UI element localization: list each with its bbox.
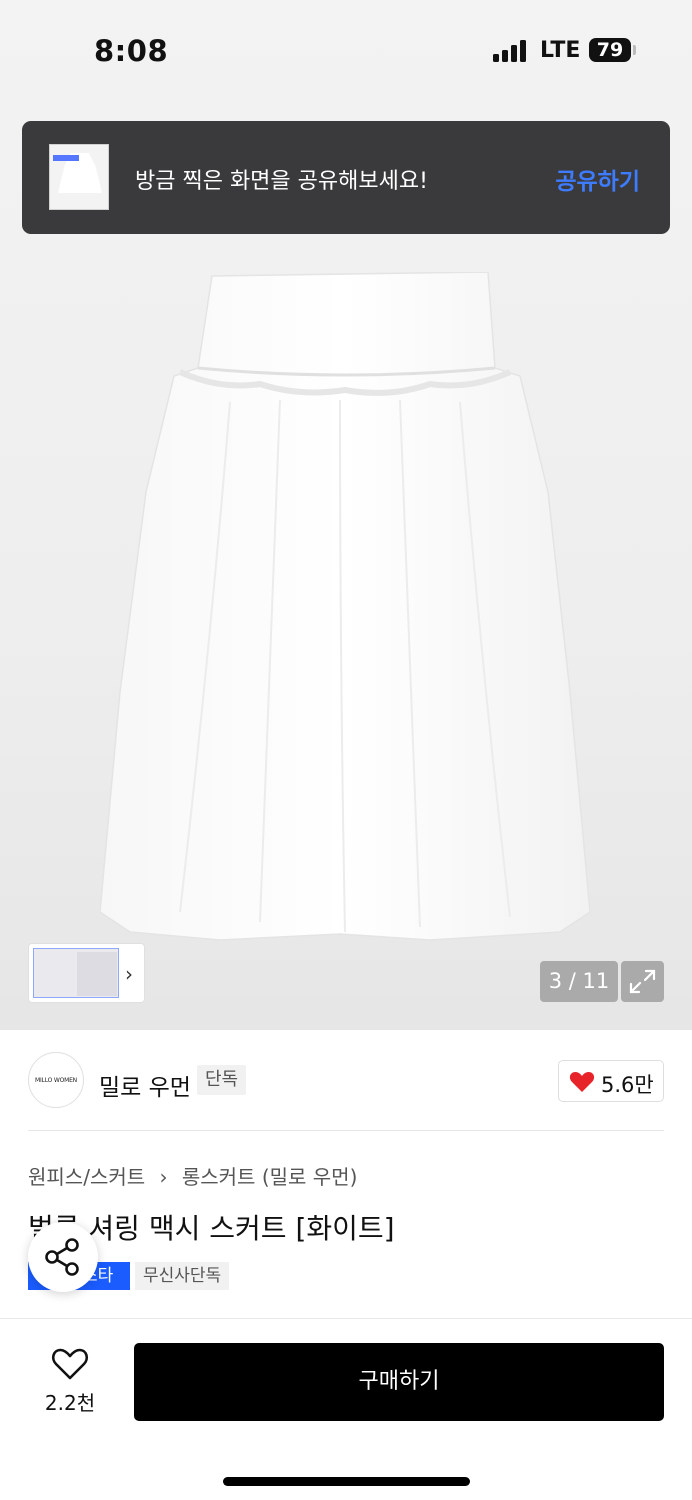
brand-name[interactable]: 밀로 우먼 [99, 1068, 191, 1102]
bottom-action-bar: 2.2천 구매하기 [0, 1318, 692, 1500]
breadcrumb: 원피스/스커트 › 롱스커트 (밀로 우먼) [28, 1161, 357, 1190]
chevron-right-icon: › [125, 962, 133, 986]
thumbnail-image-2 [77, 952, 117, 996]
musinsa-exclusive-tag: 무신사단독 [135, 1262, 230, 1290]
breadcrumb-subcategory[interactable]: 롱스커트 (밀로 우먼) [182, 1165, 358, 1189]
status-bar: 8:08 LTE 79 [0, 0, 692, 100]
product-photo [100, 272, 590, 941]
share-icon [45, 1238, 79, 1276]
chevron-right-icon: › [159, 1165, 168, 1189]
divider [28, 1130, 664, 1131]
heart-outline-icon[interactable] [51, 1347, 89, 1381]
brand-like-button[interactable]: 5.6만 [558, 1060, 664, 1102]
share-now-button[interactable]: 공유하기 [555, 162, 640, 196]
status-time: 8:08 [94, 34, 169, 68]
share-button[interactable] [28, 1222, 98, 1292]
home-indicator [223, 1477, 470, 1486]
brand-like-count: 5.6만 [601, 1073, 654, 1097]
image-counter: 3 / 11 [540, 961, 618, 1002]
thumbnail-strip[interactable]: › [28, 943, 145, 1003]
wish-count: 2.2천 [44, 1391, 96, 1415]
battery-tip [633, 45, 636, 55]
exclusive-badge: 단독 [197, 1065, 247, 1095]
brand-row[interactable]: MILLO WOMEN 밀로 우먼 단독 5.6만 [0, 1030, 692, 1130]
signal-icon [493, 40, 529, 62]
breadcrumb-category[interactable]: 원피스/스커트 [28, 1165, 145, 1189]
heart-filled-icon [569, 1072, 595, 1092]
brand-logo[interactable]: MILLO WOMEN [28, 1052, 84, 1108]
screenshot-thumbnail [49, 144, 109, 210]
battery-icon: 79 [589, 38, 631, 62]
network-label: LTE [540, 38, 581, 63]
banner-message: 방금 찍은 화면을 공유해보세요! [135, 169, 428, 194]
expand-icon[interactable] [621, 961, 664, 1002]
product-image-gallery[interactable]: 8:08 LTE 79 방금 찍은 화면을 공유해보세요! 공유하기 › 3 /… [0, 0, 692, 1030]
screenshot-share-banner[interactable]: 방금 찍은 화면을 공유해보세요! 공유하기 [22, 121, 670, 234]
buy-button[interactable]: 구매하기 [134, 1343, 664, 1421]
